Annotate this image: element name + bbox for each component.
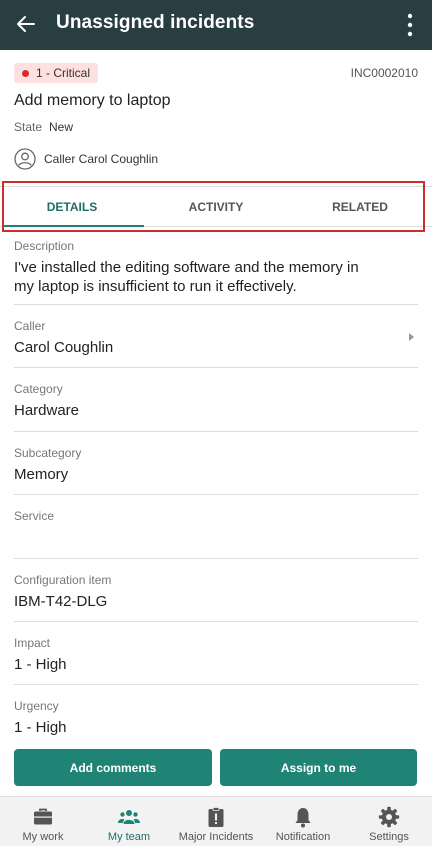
nav-my-team-label: My team	[107, 831, 151, 843]
urgency-value: 1 - High	[14, 719, 67, 736]
bottom-navigation: My work My team Major Incidents Notifica…	[0, 796, 432, 846]
field-subcategory: Subcategory Memory	[14, 432, 418, 495]
tab-details-label: DETAILS	[46, 200, 98, 214]
assign-to-me-button[interactable]: Assign to me	[220, 749, 417, 786]
nav-notification[interactable]: Notification	[260, 797, 346, 846]
page-title: Unassigned incidents	[56, 12, 255, 33]
field-description: Description I've installed the editing s…	[14, 232, 418, 305]
nav-settings[interactable]: Settings	[346, 797, 432, 846]
nav-my-work-label: My work	[22, 831, 64, 843]
field-impact: Impact 1 - High	[14, 622, 418, 685]
subcategory-label: Subcategory	[14, 446, 82, 460]
add-comments-button[interactable]: Add comments	[14, 749, 212, 786]
nav-my-team[interactable]: My team	[86, 797, 172, 846]
gear-icon	[378, 806, 400, 828]
field-service: Service	[14, 495, 418, 559]
state-label: State	[14, 120, 43, 134]
clipboard-alert-icon	[208, 807, 224, 827]
tab-related[interactable]: RELATED	[288, 187, 432, 227]
subcategory-value: Memory	[14, 466, 69, 483]
tab-details[interactable]: DETAILS	[0, 187, 144, 227]
nav-major-incidents-label: Major Incidents	[178, 831, 254, 843]
bell-icon	[295, 808, 311, 828]
tab-bar: DETAILS ACTIVITY RELATED	[0, 186, 432, 227]
tab-related-label: RELATED	[332, 200, 388, 214]
state-value: New	[49, 120, 74, 134]
tab-activity[interactable]: ACTIVITY	[144, 187, 288, 227]
briefcase-icon	[34, 808, 52, 825]
category-label: Category	[14, 382, 63, 396]
nav-major-incidents[interactable]: Major Incidents	[172, 797, 260, 846]
urgency-label: Urgency	[14, 699, 59, 713]
nav-notification-label: Notification	[275, 831, 331, 843]
configuration-item-label: Configuration item	[14, 573, 112, 587]
nav-my-work[interactable]: My work	[0, 797, 86, 846]
priority-label: 1 - Critical	[36, 66, 91, 80]
priority-badge: 1 - Critical	[14, 63, 99, 83]
incident-number: INC0002010	[350, 66, 418, 80]
active-tab-indicator	[4, 225, 144, 227]
field-configuration-item: Configuration item IBM-T42-DLG	[14, 559, 418, 622]
service-label: Service	[14, 509, 55, 523]
field-caller[interactable]: Caller Carol Coughlin	[14, 305, 418, 368]
chevron-right-icon	[409, 333, 414, 341]
critical-dot-icon	[22, 69, 29, 77]
field-urgency: Urgency 1 - High	[14, 685, 418, 740]
impact-label: Impact	[14, 636, 51, 650]
configuration-item-value: IBM-T42-DLG	[14, 593, 108, 610]
category-value: Hardware	[14, 402, 80, 419]
person-icon	[14, 148, 36, 170]
impact-value: 1 - High	[14, 656, 67, 673]
team-icon	[118, 810, 140, 824]
caller-label: Caller	[14, 319, 46, 333]
tab-activity-label: ACTIVITY	[188, 200, 244, 214]
description-label: Description	[14, 239, 75, 253]
action-bar: Add comments Assign to me	[0, 740, 432, 796]
caller-row[interactable]: Caller Carol Coughlin	[14, 148, 158, 170]
caller-summary: Caller Carol Coughlin	[44, 152, 159, 166]
more-vertical-icon[interactable]	[398, 12, 422, 38]
app-bar: Unassigned incidents	[0, 0, 432, 50]
nav-settings-label: Settings	[369, 831, 409, 843]
description-value: I've installed the editing software and …	[14, 259, 359, 295]
field-category: Category Hardware	[14, 368, 418, 432]
back-arrow-icon[interactable]	[12, 10, 40, 38]
caller-value: Carol Coughlin	[14, 339, 114, 356]
short-description: Add memory to laptop	[14, 92, 171, 109]
